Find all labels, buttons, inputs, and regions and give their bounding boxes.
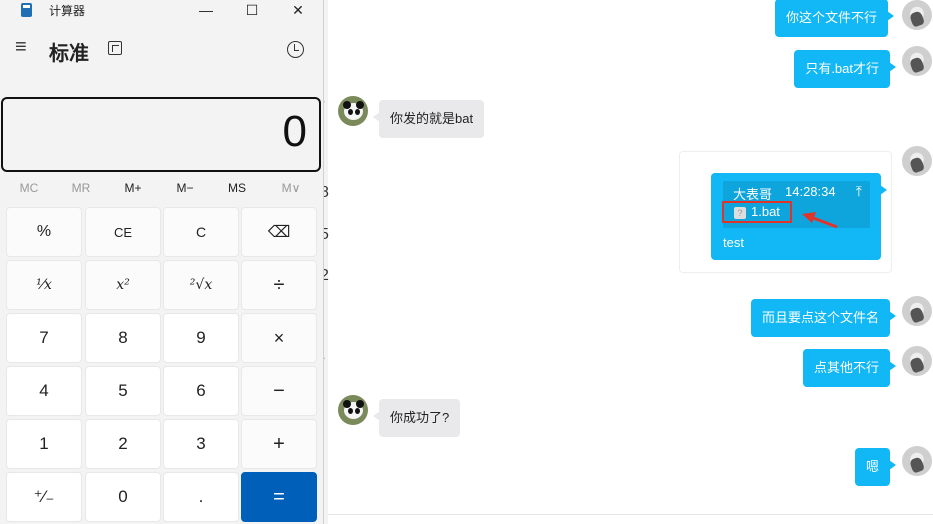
- my-avatar[interactable]: [902, 146, 932, 176]
- chat-bubble-mine[interactable]: 只有.bat才行: [794, 50, 896, 88]
- memory-clear-button[interactable]: MC: [9, 181, 49, 195]
- contact-avatar[interactable]: [338, 395, 368, 425]
- panda-eye: [348, 408, 353, 414]
- my-avatar[interactable]: [902, 446, 932, 476]
- panda-eye: [355, 408, 360, 414]
- equals-button[interactable]: =: [241, 472, 317, 522]
- digit-2-button[interactable]: 2: [85, 419, 161, 469]
- negate-button[interactable]: ⁺⁄₋: [6, 472, 82, 522]
- digit-3-button[interactable]: 3: [163, 419, 239, 469]
- digit-6-button[interactable]: 6: [163, 366, 239, 416]
- add-button[interactable]: +: [241, 419, 317, 469]
- result-display: 0: [1, 97, 321, 172]
- title-bar[interactable]: 计算器 — ☐ ✕: [0, 0, 324, 22]
- file-message-bubble[interactable]: 大表哥 14:28:34 ⤒ ? 1.bat test: [711, 173, 887, 260]
- my-avatar[interactable]: [902, 46, 932, 76]
- memory-store-button[interactable]: MS: [217, 181, 257, 195]
- digit-4-button[interactable]: 4: [6, 366, 82, 416]
- file-info-panel[interactable]: 大表哥 14:28:34 ⤒ ? 1.bat: [722, 181, 870, 228]
- digit-8-button[interactable]: 8: [85, 313, 161, 363]
- history-icon[interactable]: [287, 41, 304, 58]
- panda-eye: [355, 109, 360, 115]
- digit-5-button[interactable]: 5: [85, 366, 161, 416]
- panda-eye: [348, 109, 353, 115]
- calculator-icon: [21, 3, 32, 17]
- minimize-button[interactable]: —: [184, 0, 228, 22]
- file-icon: ?: [734, 207, 746, 219]
- memory-list-button[interactable]: M∨: [271, 181, 311, 195]
- panda-ear: [356, 101, 364, 109]
- chat-input-divider: [328, 514, 933, 515]
- digit-7-button[interactable]: 7: [6, 313, 82, 363]
- close-button[interactable]: ✕: [276, 0, 320, 22]
- panda-ear: [356, 400, 364, 408]
- chat-bubble-mine[interactable]: 点其他不行: [802, 349, 897, 387]
- chat-bubble-other[interactable]: 你成功了?: [372, 399, 461, 437]
- chat-bubble-mine[interactable]: 你这个文件不行: [774, 0, 895, 37]
- square-button[interactable]: x²: [85, 260, 161, 310]
- my-avatar[interactable]: [902, 0, 932, 30]
- decimal-button[interactable]: .: [163, 472, 239, 522]
- chat-bubble-mine[interactable]: 而且要点这个文件名: [750, 299, 897, 337]
- my-avatar[interactable]: [902, 346, 932, 376]
- memory-add-button[interactable]: M+: [113, 181, 153, 195]
- mode-title: 标准: [49, 43, 89, 65]
- file-caption: test: [723, 235, 744, 250]
- result-value: 0: [282, 107, 307, 156]
- file-time: 14:28:34: [785, 184, 836, 199]
- maximize-button[interactable]: ☐: [230, 0, 274, 22]
- percent-button[interactable]: %: [6, 207, 82, 257]
- contact-avatar[interactable]: [338, 96, 368, 126]
- file-name-link[interactable]: ? 1.bat: [722, 201, 792, 223]
- red-arrow-annotation: [802, 212, 838, 229]
- digit-0-button[interactable]: 0: [85, 472, 161, 522]
- clear-button[interactable]: C: [163, 207, 239, 257]
- calculator-window: 计算器 — ☐ ✕ ≡ 标准 0 MC MR M+ M− MS M∨ % CE …: [0, 0, 324, 524]
- clear-entry-button[interactable]: CE: [85, 207, 161, 257]
- reciprocal-button[interactable]: ¹⁄x: [6, 260, 82, 310]
- subtract-button[interactable]: −: [241, 366, 317, 416]
- panda-ear: [343, 400, 351, 408]
- my-avatar[interactable]: [902, 296, 932, 326]
- app-title: 计算器: [49, 4, 86, 18]
- multiply-button[interactable]: ×: [241, 313, 317, 363]
- file-name[interactable]: 1.bat: [751, 204, 780, 219]
- square-root-button[interactable]: ²√x: [163, 260, 239, 310]
- digit-9-button[interactable]: 9: [163, 313, 239, 363]
- keep-on-top-icon[interactable]: [108, 41, 122, 55]
- upload-icon[interactable]: ⤒: [856, 183, 862, 200]
- memory-subtract-button[interactable]: M−: [165, 181, 205, 195]
- backspace-button[interactable]: ⌫: [241, 207, 317, 257]
- hamburger-menu-icon[interactable]: ≡: [15, 36, 27, 59]
- digit-1-button[interactable]: 1: [6, 419, 82, 469]
- memory-recall-button[interactable]: MR: [61, 181, 101, 195]
- panda-ear: [343, 101, 351, 109]
- chat-bubble-other[interactable]: 你发的就是bat: [372, 100, 485, 138]
- divide-button[interactable]: ÷: [241, 260, 317, 310]
- chat-bubble-mine[interactable]: 嗯: [854, 448, 897, 486]
